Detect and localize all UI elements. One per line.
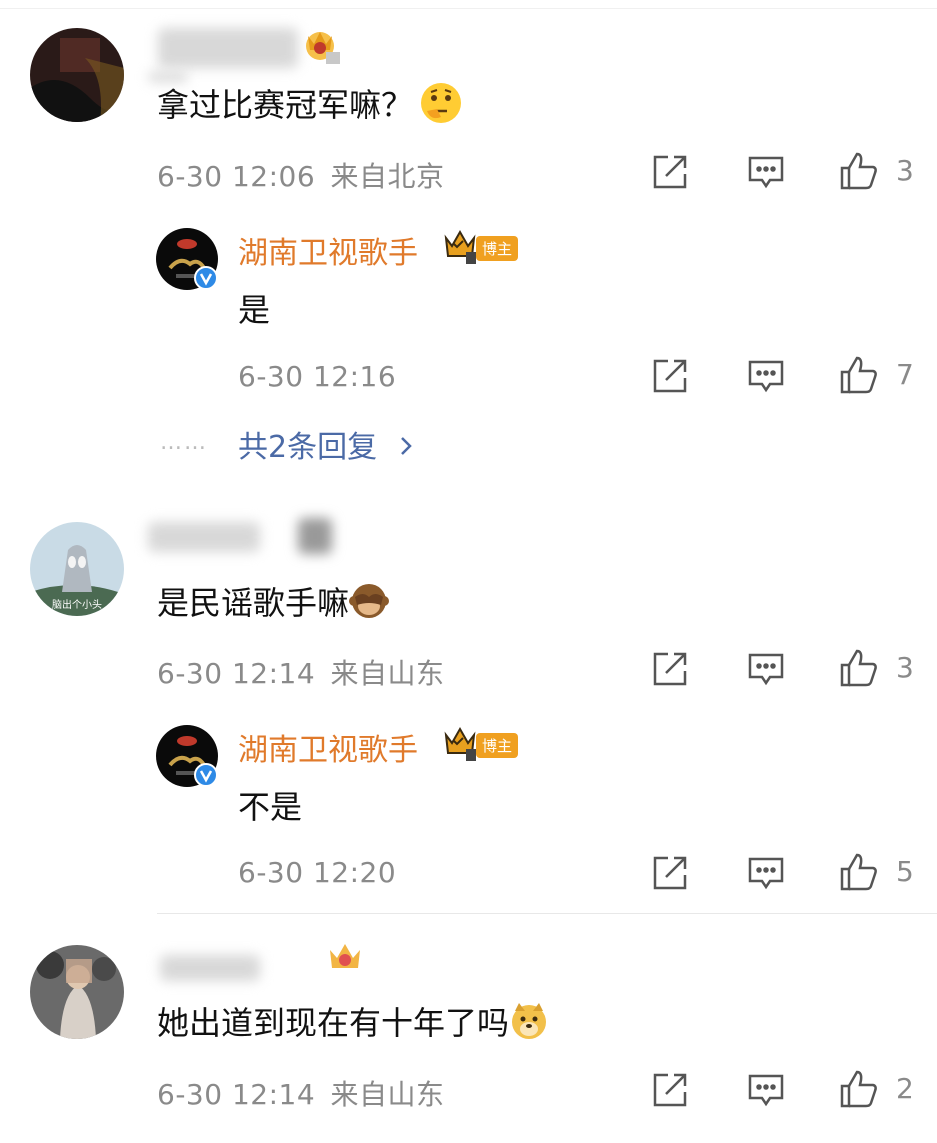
comment-meta: 6-30 12:06 来自北京 (157, 155, 445, 195)
thumbs-up-icon (840, 152, 877, 190)
like-count: 7 (896, 358, 914, 391)
comment-time: 6-30 12:06 (157, 160, 316, 193)
comment-icon[interactable] (746, 649, 786, 689)
comment-time: 6-30 12:14 (157, 657, 316, 690)
reply-text: 是 (238, 291, 271, 329)
comment-meta: 6-30 12:14 来自山东 (157, 652, 445, 692)
comment-location: 来自北京 (330, 160, 445, 193)
like-button[interactable]: 7 (838, 354, 918, 398)
blogger-badge: 博主 (476, 236, 519, 261)
avatar-caption: 脑出个小头 (52, 598, 102, 611)
avatar[interactable] (30, 28, 124, 122)
verified-icon (194, 763, 218, 791)
verified-icon (194, 266, 218, 294)
thumbs-up-icon (840, 356, 877, 394)
avatar[interactable]: 脑出个小头 (30, 522, 124, 616)
comment-icon[interactable] (746, 356, 786, 396)
crown-badge-icon (442, 723, 478, 767)
username-blurred[interactable] (160, 955, 260, 981)
username-blurred-extra (298, 518, 332, 554)
top-divider (0, 0, 937, 9)
reply-time: 6-30 12:16 (238, 360, 397, 393)
like-count: 5 (896, 855, 914, 888)
share-icon[interactable] (650, 152, 690, 192)
chevron-right-icon (389, 430, 413, 465)
share-icon[interactable] (650, 356, 690, 396)
like-button[interactable]: 3 (838, 150, 918, 194)
see-no-evil-monkey-icon (349, 581, 390, 629)
like-count: 3 (896, 651, 914, 684)
username-blurred[interactable] (148, 522, 260, 552)
comment-icon[interactable] (746, 152, 786, 192)
avatar[interactable] (30, 945, 124, 1039)
doge-icon (509, 1001, 549, 1049)
comment-text: 是民谣歌手嘛 (157, 578, 390, 629)
crown-badge-icon (300, 24, 342, 68)
comment-meta: 6-30 12:14 来自山东 (157, 1073, 445, 1113)
reply-text: 不是 (238, 788, 303, 826)
like-count: 3 (896, 154, 914, 187)
reply-username[interactable]: 湖南卫视歌手 (238, 228, 418, 272)
thinking-face-icon (419, 81, 463, 133)
like-button[interactable]: 3 (838, 647, 918, 691)
comment-time: 6-30 12:14 (157, 1078, 316, 1111)
more-dots: …… (160, 430, 208, 455)
comment-divider (157, 913, 937, 914)
thumbs-up-icon (840, 1070, 877, 1108)
crown-badge-icon (326, 940, 364, 978)
like-button[interactable]: 2 (838, 1068, 918, 1112)
comment-icon[interactable] (746, 853, 786, 893)
comment-text: 她出道到现在有十年了吗 (157, 998, 549, 1049)
share-icon[interactable] (650, 853, 690, 893)
blogger-badge: 博主 (476, 733, 519, 758)
thumbs-up-icon (840, 853, 877, 891)
more-replies-link[interactable]: 共2条回复 (238, 422, 413, 466)
comment-location: 来自山东 (330, 657, 445, 690)
like-count: 2 (896, 1072, 914, 1105)
username-blurred[interactable] (158, 28, 298, 68)
share-icon[interactable] (650, 1070, 690, 1110)
comment-location: 来自山东 (330, 1078, 445, 1111)
share-icon[interactable] (650, 649, 690, 689)
crown-badge-icon (442, 226, 478, 270)
comment-icon[interactable] (746, 1070, 786, 1110)
reply-username[interactable]: 湖南卫视歌手 (238, 725, 418, 769)
comment-text: 拿过比赛冠军嘛？ (157, 80, 463, 133)
like-button[interactable]: 5 (838, 851, 918, 895)
reply-time: 6-30 12:20 (238, 856, 397, 889)
thumbs-up-icon (840, 649, 877, 687)
